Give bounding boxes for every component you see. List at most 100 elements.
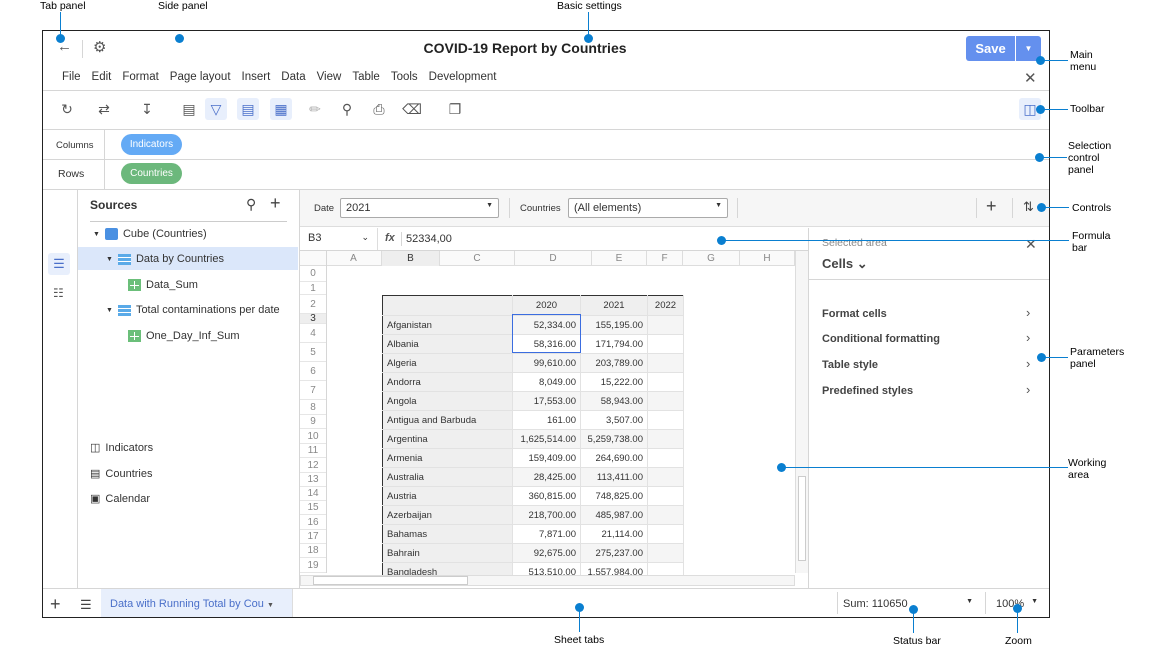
row-header[interactable]: 5 [300, 343, 326, 362]
row-label-cell[interactable]: Albania [382, 334, 513, 354]
table-header-cell[interactable]: 2021 [580, 295, 648, 316]
save-button[interactable]: Save [966, 36, 1015, 61]
menu-page-layout[interactable]: Page layout [170, 71, 231, 83]
table-cell[interactable]: 15,222.00 [580, 372, 648, 392]
countries-select[interactable]: (All elements) ▼ [568, 198, 728, 218]
table-cell[interactable]: 17,553.00 [512, 391, 581, 411]
row-label-cell[interactable]: Australia [382, 467, 513, 487]
row-label-cell[interactable]: Bahrain [382, 543, 513, 563]
table-cell[interactable]: 28,425.00 [512, 467, 581, 487]
table-cell[interactable] [647, 486, 684, 506]
table-header-cell[interactable] [382, 295, 513, 316]
row-label-cell[interactable]: Armenia [382, 448, 513, 468]
menu-file[interactable]: File [62, 71, 81, 83]
col-header-h[interactable]: H [740, 251, 795, 266]
menu-view[interactable]: View [317, 71, 342, 83]
table-cell[interactable]: 159,409.00 [512, 448, 581, 468]
table-cell[interactable]: 113,411.00 [580, 467, 648, 487]
dimension-indicators[interactable]: ◫ Indicators [90, 441, 153, 455]
row-label-cell[interactable]: Angola [382, 391, 513, 411]
row-label-cell[interactable]: Austria [382, 486, 513, 506]
table-cell[interactable] [647, 315, 684, 335]
filter-icon[interactable]: ▽ [205, 98, 227, 120]
row-header[interactable]: 12 [300, 458, 326, 473]
vertical-scrollbar[interactable] [795, 251, 808, 573]
row-header[interactable]: 3 [300, 314, 326, 324]
table-cell[interactable]: 1,625,514.00 [512, 429, 581, 449]
add-control-icon[interactable]: + [986, 196, 997, 217]
eraser-icon[interactable]: ⌫ [401, 98, 423, 120]
table-cell[interactable]: 161.00 [512, 410, 581, 430]
dimension-calendar[interactable]: ▣ Calendar [90, 492, 150, 506]
cell-name-box[interactable]: B3 ⌄ [300, 228, 378, 250]
row-label-cell[interactable]: Antigua and Barbuda [382, 410, 513, 430]
menu-development[interactable]: Development [429, 71, 497, 83]
menu-data[interactable]: Data [281, 71, 305, 83]
countries-pill[interactable]: Countries [121, 163, 182, 184]
row-header[interactable]: 0 [300, 266, 326, 282]
predefined-styles-item[interactable]: Predefined styles [822, 385, 913, 397]
table-header-cell[interactable]: 2022 [647, 295, 684, 316]
export-icon[interactable]: ❐ [444, 98, 466, 120]
close-menu-icon[interactable]: ✕ [1024, 69, 1037, 87]
row-header[interactable]: 6 [300, 362, 326, 381]
params-title[interactable]: Cells ⌄ [822, 256, 868, 272]
import-icon[interactable]: ↧ [136, 98, 158, 120]
table-cell[interactable] [647, 410, 684, 430]
table-cell[interactable] [647, 353, 684, 373]
table-cell[interactable] [647, 448, 684, 468]
table-cell[interactable] [647, 334, 684, 354]
table-cell[interactable]: 3,507.00 [580, 410, 648, 430]
col-header-e[interactable]: E [592, 251, 647, 266]
row-header[interactable]: 9 [300, 415, 326, 429]
search-icon[interactable]: ⚲ [336, 98, 358, 120]
row-label-cell[interactable]: Azerbaijan [382, 505, 513, 525]
table-cell[interactable] [647, 524, 684, 544]
tree-item-cube[interactable]: ▼ Cube (Countries) [93, 228, 207, 240]
col-header-f[interactable]: F [647, 251, 683, 266]
gear-icon[interactable]: ⚙ [93, 38, 106, 56]
chart-icon[interactable]: ▤ [178, 98, 200, 120]
dimension-countries[interactable]: ▤ Countries [90, 467, 152, 481]
table-cell[interactable]: 21,114.00 [580, 524, 648, 544]
table-cell[interactable]: 5,259,738.00 [580, 429, 648, 449]
menu-edit[interactable]: Edit [92, 71, 112, 83]
formula-input[interactable]: 52334,00 [406, 233, 452, 245]
row-header[interactable]: 16 [300, 515, 326, 530]
menu-format[interactable]: Format [122, 71, 158, 83]
link-icon[interactable]: ✏ [304, 98, 326, 120]
horizontal-scrollbar[interactable] [300, 575, 795, 586]
table-cell[interactable]: 8,049.00 [512, 372, 581, 392]
row-header[interactable]: 19 [300, 558, 326, 573]
col-header-d[interactable]: D [515, 251, 592, 266]
sources-tab-icon[interactable]: ☰ [48, 253, 70, 275]
row-header[interactable]: 17 [300, 530, 326, 544]
table-cell[interactable] [647, 391, 684, 411]
table-cell[interactable]: 748,825.00 [580, 486, 648, 506]
sheet-tab[interactable]: Data with Running Total by Cou ▼ [101, 589, 293, 617]
table-cell[interactable]: 171,794.00 [580, 334, 648, 354]
menu-insert[interactable]: Insert [242, 71, 271, 83]
row-header[interactable]: 1 [300, 282, 326, 295]
table-cell[interactable]: 58,943.00 [580, 391, 648, 411]
indicators-pill[interactable]: Indicators [121, 134, 182, 155]
add-sheet-icon[interactable]: + [50, 594, 61, 615]
table-cell[interactable] [647, 543, 684, 563]
tree-item-total-contaminations[interactable]: ▼ Total contaminations per date [106, 304, 280, 316]
params-close-icon[interactable]: ✕ [1025, 236, 1037, 253]
row-header[interactable]: 15 [300, 501, 326, 515]
columns-layout-icon[interactable]: ▦ [270, 98, 292, 120]
row-header[interactable]: 18 [300, 544, 326, 558]
row-header[interactable]: 7 [300, 381, 326, 400]
rows-layout-icon[interactable]: ▤ [237, 98, 259, 120]
row-header[interactable]: 13 [300, 473, 326, 487]
table-cell[interactable]: 264,690.00 [580, 448, 648, 468]
print-icon[interactable]: ⎙ [368, 98, 390, 120]
conditional-formatting-item[interactable]: Conditional formatting [822, 333, 940, 345]
sync-icon[interactable]: ⇄ [93, 98, 115, 120]
table-header-cell[interactable]: 2020 [512, 295, 581, 316]
row-header[interactable]: 8 [300, 400, 326, 415]
hierarchy-tab-icon[interactable]: ☷ [53, 286, 64, 300]
row-header[interactable]: 2 [300, 295, 326, 314]
col-header-a[interactable]: A [326, 251, 382, 266]
